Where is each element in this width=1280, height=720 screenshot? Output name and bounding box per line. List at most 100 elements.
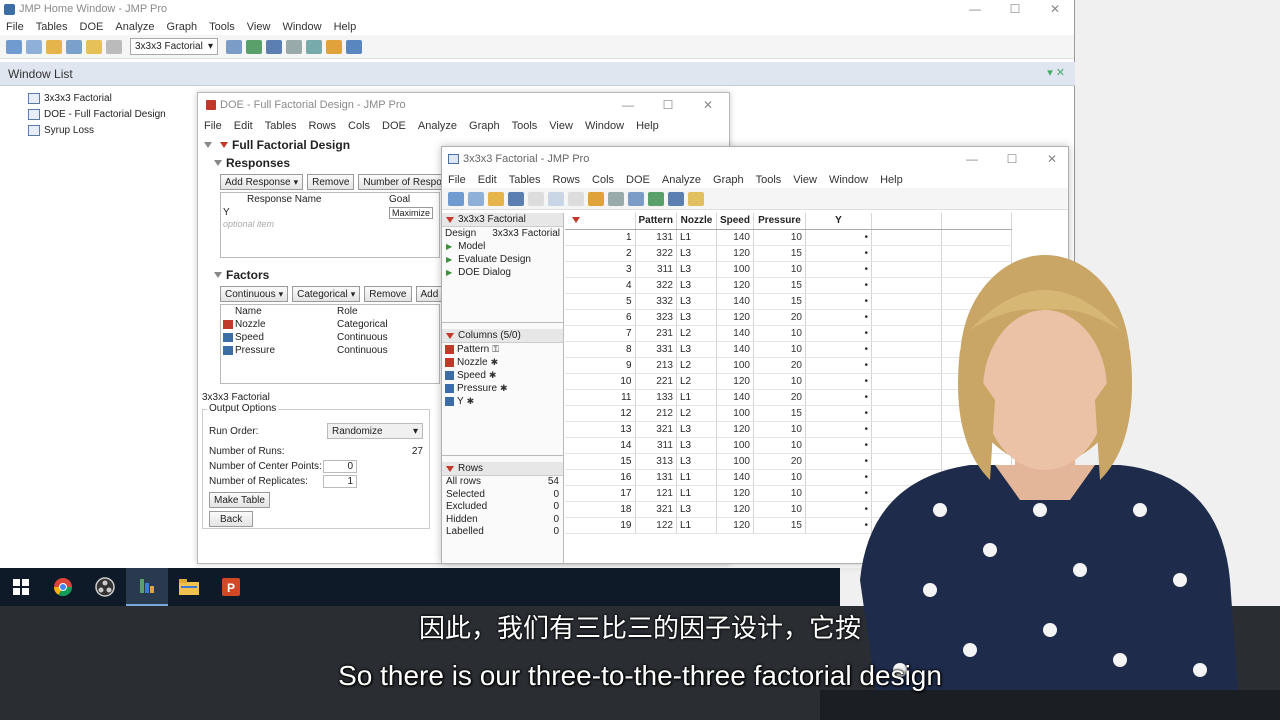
table-cell[interactable]: 120 bbox=[716, 309, 754, 326]
table-cell[interactable]: 15 bbox=[753, 517, 806, 534]
table-cell[interactable]: 20 bbox=[753, 389, 806, 406]
windows-start-icon[interactable] bbox=[0, 568, 42, 606]
subset-icon[interactable] bbox=[628, 191, 644, 206]
table-cell[interactable]: 331 bbox=[635, 341, 677, 358]
open-icon[interactable] bbox=[488, 191, 504, 206]
red-triangle-menu-icon[interactable] bbox=[220, 142, 228, 148]
table-cell[interactable]: L3 bbox=[676, 245, 717, 262]
table-cell[interactable]: L1 bbox=[676, 469, 717, 486]
file-explorer-icon[interactable] bbox=[168, 568, 210, 606]
factor-name[interactable]: Speed bbox=[235, 332, 337, 343]
table-cell[interactable]: L3 bbox=[676, 293, 717, 310]
doe-menu-window[interactable]: Window bbox=[585, 120, 624, 132]
table-menu-file[interactable]: File bbox=[448, 174, 466, 186]
make-table-button[interactable]: Make Table bbox=[209, 492, 270, 508]
copy-icon[interactable] bbox=[548, 191, 564, 206]
play-icon[interactable]: ▶ bbox=[446, 242, 452, 251]
table-menu-tools[interactable]: Tools bbox=[756, 174, 782, 186]
factor-row[interactable]: Speed Continuous bbox=[221, 331, 439, 344]
empty-cell[interactable] bbox=[871, 229, 942, 246]
table-menu-edit[interactable]: Edit bbox=[478, 174, 497, 186]
row-number[interactable]: 5 bbox=[565, 293, 636, 310]
fit-y-by-x-icon[interactable] bbox=[668, 191, 684, 206]
table-cell[interactable]: 120 bbox=[716, 277, 754, 294]
doe-menu-graph[interactable]: Graph bbox=[469, 120, 500, 132]
table-cell[interactable]: 133 bbox=[635, 389, 677, 406]
doe-menu-view[interactable]: View bbox=[549, 120, 573, 132]
home-menu-view[interactable]: View bbox=[247, 21, 271, 33]
row-number[interactable]: 9 bbox=[565, 357, 636, 374]
doe-menu-doe[interactable]: DOE bbox=[382, 120, 406, 132]
row-number[interactable]: 19 bbox=[565, 517, 636, 534]
maximize-icon[interactable]: ☐ bbox=[992, 150, 1032, 168]
new-table-icon[interactable] bbox=[6, 39, 22, 54]
table-cell[interactable]: 10 bbox=[753, 421, 806, 438]
tabulate-icon[interactable] bbox=[608, 191, 624, 206]
table-cell[interactable]: 212 bbox=[635, 405, 677, 422]
table-cell[interactable]: 10 bbox=[753, 437, 806, 454]
row-number[interactable]: 17 bbox=[565, 485, 636, 502]
continuous-button[interactable]: Continuous bbox=[220, 286, 289, 302]
table-cell[interactable]: 100 bbox=[716, 405, 754, 422]
table-cell[interactable]: 120 bbox=[716, 373, 754, 390]
window-list-item[interactable]: DOE - Full Factorial Design bbox=[28, 106, 166, 122]
play-icon[interactable]: ▶ bbox=[446, 268, 452, 277]
window-list-menu-icon[interactable]: ▾ ✕ bbox=[1047, 66, 1065, 79]
row-number[interactable]: 3 bbox=[565, 261, 636, 278]
maximize-icon[interactable]: ☐ bbox=[648, 96, 688, 114]
table-cell[interactable]: 131 bbox=[635, 469, 677, 486]
table-cell[interactable]: 140 bbox=[716, 469, 754, 486]
new-script-icon[interactable] bbox=[468, 191, 484, 206]
close-icon[interactable]: ✕ bbox=[688, 96, 728, 114]
empty-cell[interactable] bbox=[941, 229, 1012, 246]
table-cell[interactable]: L1 bbox=[676, 389, 717, 406]
doe-menu-cols[interactable]: Cols bbox=[348, 120, 370, 132]
table-cell[interactable]: 323 bbox=[635, 309, 677, 326]
column-header-pressure[interactable]: Pressure bbox=[753, 213, 806, 230]
table-panel-header[interactable]: 3x3x3 Factorial bbox=[442, 213, 563, 227]
table-cell[interactable]: L1 bbox=[676, 229, 717, 246]
home-menu-graph[interactable]: Graph bbox=[167, 21, 198, 33]
table-cell[interactable]: 332 bbox=[635, 293, 677, 310]
new-table-icon[interactable] bbox=[448, 191, 464, 206]
table-cell[interactable]: L2 bbox=[676, 373, 717, 390]
row-number[interactable]: 1 bbox=[565, 229, 636, 246]
row-number[interactable]: 18 bbox=[565, 501, 636, 518]
graph-builder-icon[interactable] bbox=[326, 39, 342, 54]
table-cell[interactable]: 122 bbox=[635, 517, 677, 534]
doe-menu-analyze[interactable]: Analyze bbox=[418, 120, 457, 132]
empty-column-header[interactable] bbox=[941, 213, 1012, 230]
column-header-y[interactable]: Y bbox=[805, 213, 872, 230]
table-cell[interactable]: 20 bbox=[753, 453, 806, 470]
table-cell[interactable]: 10 bbox=[753, 469, 806, 486]
collapse-icon[interactable] bbox=[214, 272, 222, 278]
row-number[interactable]: 14 bbox=[565, 437, 636, 454]
table-cell[interactable]: 100 bbox=[716, 437, 754, 454]
table-cell[interactable]: 140 bbox=[716, 341, 754, 358]
table-cell[interactable]: 10 bbox=[753, 501, 806, 518]
table-cell[interactable]: 311 bbox=[635, 261, 677, 278]
window-list-item[interactable]: 3x3x3 Factorial bbox=[28, 90, 166, 106]
table-cell[interactable]: 221 bbox=[635, 373, 677, 390]
row-number[interactable]: 12 bbox=[565, 405, 636, 422]
doe-menu-help[interactable]: Help bbox=[636, 120, 659, 132]
home-menu-tables[interactable]: Tables bbox=[36, 21, 68, 33]
number-of-responses-button[interactable]: Number of Respon bbox=[358, 174, 445, 190]
new-script-icon[interactable] bbox=[26, 39, 42, 54]
distribution-icon[interactable] bbox=[246, 39, 262, 54]
row-number[interactable]: 6 bbox=[565, 309, 636, 326]
table-cell[interactable]: 213 bbox=[635, 357, 677, 374]
collapse-icon[interactable] bbox=[214, 160, 222, 166]
column-list-item[interactable]: Pressure ✱ bbox=[442, 382, 563, 395]
table-cell[interactable]: 120 bbox=[716, 517, 754, 534]
response-row[interactable]: Y Maximize bbox=[221, 206, 439, 219]
table-cell[interactable]: 15 bbox=[753, 293, 806, 310]
table-cell[interactable]: 120 bbox=[716, 421, 754, 438]
chrome-icon[interactable] bbox=[42, 568, 84, 606]
window-icon[interactable] bbox=[106, 39, 122, 54]
powerpoint-icon[interactable]: P bbox=[210, 568, 252, 606]
table-menu-help[interactable]: Help bbox=[880, 174, 903, 186]
close-icon[interactable]: ✕ bbox=[1035, 0, 1075, 18]
center-points-field[interactable]: 0 bbox=[323, 460, 357, 473]
fit-model-icon[interactable] bbox=[286, 39, 302, 54]
